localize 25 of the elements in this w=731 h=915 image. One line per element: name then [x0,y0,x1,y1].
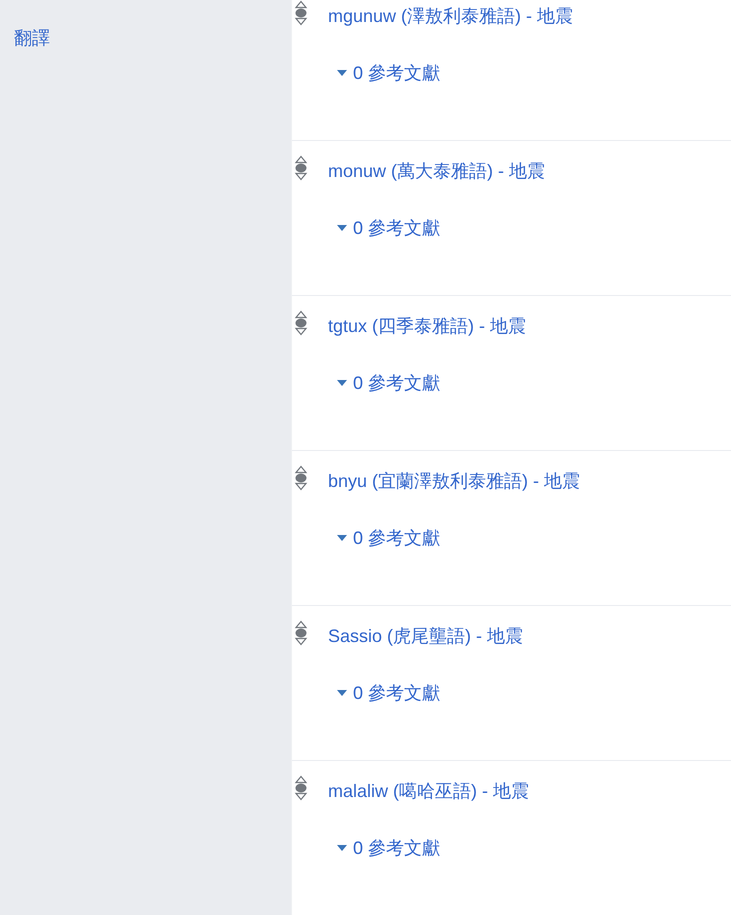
sitelink-title[interactable]: Sassio (虎尾壟語) - 地震 [328,625,524,647]
references-toggle[interactable]: 0 參考文獻 [337,62,440,84]
caret-icon [337,535,347,541]
sitelink-title[interactable]: malaliw (噶哈巫語) - 地震 [328,780,529,802]
caret-icon [337,845,347,851]
sitelink-title[interactable]: monuw (萬大泰雅語) - 地震 [328,160,546,182]
caret-icon [337,380,347,386]
caret-icon [337,690,347,696]
sitelink-title[interactable]: tgtux (四季泰雅語) - 地震 [328,315,526,337]
sitelink-title[interactable]: bnyu (宜蘭澤敖利泰雅語) - 地震 [328,470,580,492]
translations-link[interactable]: 翻譯 [14,28,50,48]
caret-icon [337,225,347,231]
references-toggle[interactable]: 0 參考文獻 [337,372,440,394]
sort-handle-icon[interactable] [294,774,308,802]
references-toggle[interactable]: 0 參考文獻 [337,837,440,859]
sort-handle-icon[interactable] [294,464,308,492]
caret-icon [337,70,347,76]
references-toggle[interactable]: 0 參考文獻 [337,682,440,704]
references-toggle[interactable]: 0 參考文獻 [337,527,440,549]
sort-handle-icon[interactable] [294,0,308,27]
sort-handle-icon[interactable] [294,619,308,647]
sort-handle-icon[interactable] [294,309,308,337]
sitelink-title[interactable]: mgunuw (澤敖利泰雅語) - 地震 [328,5,574,27]
sort-handle-icon[interactable] [294,154,308,182]
references-toggle[interactable]: 0 參考文獻 [337,217,440,239]
